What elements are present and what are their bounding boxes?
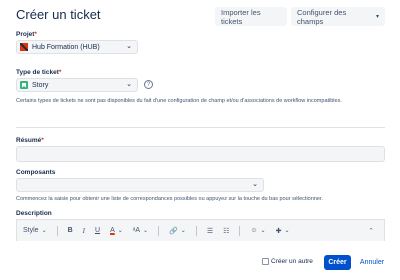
text-style-dropdown[interactable]: Style ⌄ [23, 227, 47, 234]
text-color-button[interactable]: A ⌄ [110, 227, 123, 234]
emoji-icon[interactable]: ☺ ⌄ [250, 227, 265, 234]
issue-type-note: Certains types de tickets ne sont pas di… [16, 98, 342, 104]
story-icon [20, 81, 28, 89]
editor-toolbar: Style ⌄ B I U A ⌄ ᵃA ⌄ 🔗 ⌄ ☰ ☷ ☺ ⌄ ✚ ⌄ ⌃ [16, 219, 385, 241]
chevron-down-icon: ⌄ [252, 181, 258, 188]
summary-label: Résumé* [16, 137, 44, 144]
import-issues-button[interactable]: Importer les tickets [215, 7, 287, 26]
bullet-list-icon[interactable]: ☰ [207, 227, 213, 235]
project-value: Hub Formation (HUB) [32, 43, 100, 51]
configure-fields-button[interactable]: Configurer des champs ▾ [291, 7, 385, 26]
create-another-label: Créer un autre [271, 258, 313, 265]
create-another-checkbox[interactable]: Créer un autre [262, 258, 313, 265]
help-icon[interactable]: ? [144, 80, 153, 89]
description-label: Description [16, 210, 52, 217]
collapse-toolbar-icon[interactable]: ⌃ [368, 227, 374, 235]
cancel-button[interactable]: Annuler [356, 255, 388, 270]
import-issues-label: Importer les tickets [221, 7, 261, 26]
separator [239, 225, 241, 236]
bold-button[interactable]: B [68, 227, 73, 234]
project-label: Projet* [16, 31, 37, 38]
chevron-down-icon: ▾ [375, 14, 379, 20]
chevron-down-icon: ⌄ [126, 43, 132, 50]
insert-icon[interactable]: ✚ ⌄ [276, 227, 290, 235]
separator [158, 225, 160, 236]
project-avatar-icon [20, 43, 28, 51]
separator [56, 225, 58, 236]
issue-type-select[interactable]: Story ⌄ [16, 78, 138, 92]
project-select[interactable]: Hub Formation (HUB) ⌄ [16, 40, 138, 54]
link-icon[interactable]: 🔗 ⌄ [169, 227, 186, 235]
divider [16, 127, 385, 128]
underline-button[interactable]: U [95, 227, 100, 234]
text-size-button[interactable]: ᵃA ⌄ [133, 227, 148, 234]
numbered-list-icon[interactable]: ☷ [223, 227, 229, 235]
summary-input[interactable] [16, 146, 385, 162]
configure-fields-label: Configurer des champs [297, 7, 347, 26]
issue-type-label: Type de ticket* [16, 69, 62, 76]
chevron-down-icon: ⌄ [126, 81, 132, 88]
dialog-title: Créer un ticket [16, 7, 101, 22]
issue-type-value: Story [32, 81, 49, 89]
separator [195, 225, 197, 236]
italic-button[interactable]: I [83, 227, 85, 235]
components-select[interactable]: ⌄ [16, 178, 264, 192]
create-button[interactable]: Créer [324, 255, 351, 270]
components-label: Composants [16, 169, 56, 176]
components-hint: Commencez la saisie pour obtenir une lis… [16, 196, 323, 202]
checkbox-box[interactable] [262, 258, 269, 265]
